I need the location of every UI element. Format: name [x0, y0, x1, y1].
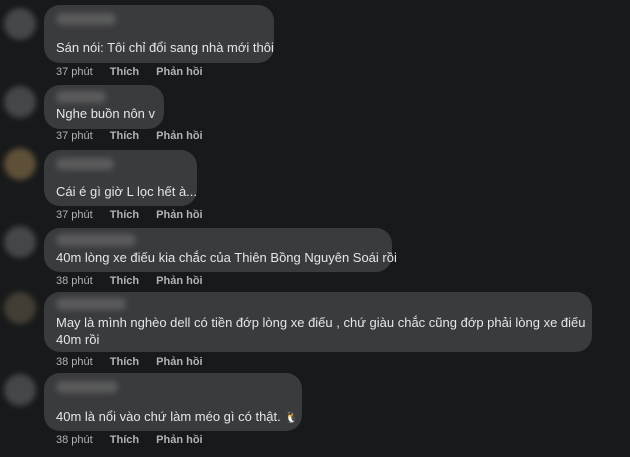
- author-name-blurred[interactable]: [56, 91, 106, 103]
- avatar[interactable]: [4, 8, 36, 40]
- comment-text: Nghe buồn nôn v: [56, 106, 156, 121]
- comment-actions: 37 phút Thích Phản hồi: [56, 209, 217, 221]
- comment-time[interactable]: 37 phút: [56, 66, 93, 78]
- reply-button[interactable]: Phản hồi: [156, 275, 202, 287]
- comment-time[interactable]: 37 phút: [56, 209, 93, 221]
- comment-text: 40m lòng xe điếu kia chắc của Thiên Bồng…: [56, 250, 397, 265]
- comment-time[interactable]: 38 phút: [56, 434, 93, 446]
- avatar[interactable]: [4, 226, 36, 258]
- reply-button[interactable]: Phản hồi: [156, 130, 202, 142]
- avatar[interactable]: [4, 148, 36, 180]
- comment-bubble: Cái é gì giờ L lọc hết à...: [44, 150, 197, 206]
- comment-actions: 38 phút Thích Phản hồi: [56, 356, 217, 368]
- reply-button[interactable]: Phản hồi: [156, 66, 202, 78]
- penguin-emoji-icon: 🐧: [284, 412, 299, 424]
- comment-time[interactable]: 37 phút: [56, 130, 93, 142]
- reply-button[interactable]: Phản hồi: [156, 356, 202, 368]
- comment-time[interactable]: 38 phút: [56, 356, 93, 368]
- like-button[interactable]: Thích: [110, 275, 139, 287]
- author-name-blurred[interactable]: [56, 13, 116, 25]
- reply-button[interactable]: Phản hồi: [156, 434, 202, 446]
- avatar[interactable]: [4, 86, 36, 118]
- like-button[interactable]: Thích: [110, 434, 139, 446]
- comment-text: Cái é gì giờ L lọc hết à...: [56, 184, 198, 199]
- comment-bubble: 40m là nổi vào chứ làm méo gì có thật. 🐧: [44, 373, 302, 431]
- comment-text: Sán nói: Tôi chỉ đổi sang nhà mới thôi: [56, 40, 274, 55]
- comment-text: 40m là nổi vào chứ làm méo gì có thật.: [56, 409, 281, 424]
- comment-bubble: 40m lòng xe điếu kia chắc của Thiên Bồng…: [44, 228, 397, 272]
- author-name-blurred[interactable]: [56, 158, 114, 170]
- comment-actions: 37 phút Thích Phản hồi: [56, 66, 217, 78]
- like-button[interactable]: Thích: [110, 209, 139, 221]
- author-name-blurred[interactable]: [56, 234, 136, 246]
- like-button[interactable]: Thích: [110, 356, 139, 368]
- like-button[interactable]: Thích: [110, 66, 139, 78]
- author-name-blurred[interactable]: [56, 298, 126, 310]
- reply-button[interactable]: Phản hồi: [156, 209, 202, 221]
- comment-actions: 37 phút Thích Phản hồi: [56, 130, 217, 142]
- comment-time[interactable]: 38 phút: [56, 275, 93, 287]
- comment-actions: 38 phút Thích Phản hồi: [56, 434, 217, 446]
- like-button[interactable]: Thích: [110, 130, 139, 142]
- comment-actions: 38 phút Thích Phản hồi: [56, 275, 217, 287]
- comment-bubble: May là mình nghèo dell có tiền đớp lòng …: [44, 292, 592, 352]
- author-name-blurred[interactable]: [56, 381, 118, 393]
- comment-bubble: Nghe buồn nôn v: [44, 85, 164, 129]
- comment-text-row: 40m là nổi vào chứ làm méo gì có thật. 🐧: [56, 408, 298, 427]
- avatar[interactable]: [4, 374, 36, 406]
- comment-bubble: Sán nói: Tôi chỉ đổi sang nhà mới thôi: [44, 5, 274, 63]
- comment-text: May là mình nghèo dell có tiền đớp lòng …: [56, 315, 586, 347]
- avatar[interactable]: [4, 292, 36, 324]
